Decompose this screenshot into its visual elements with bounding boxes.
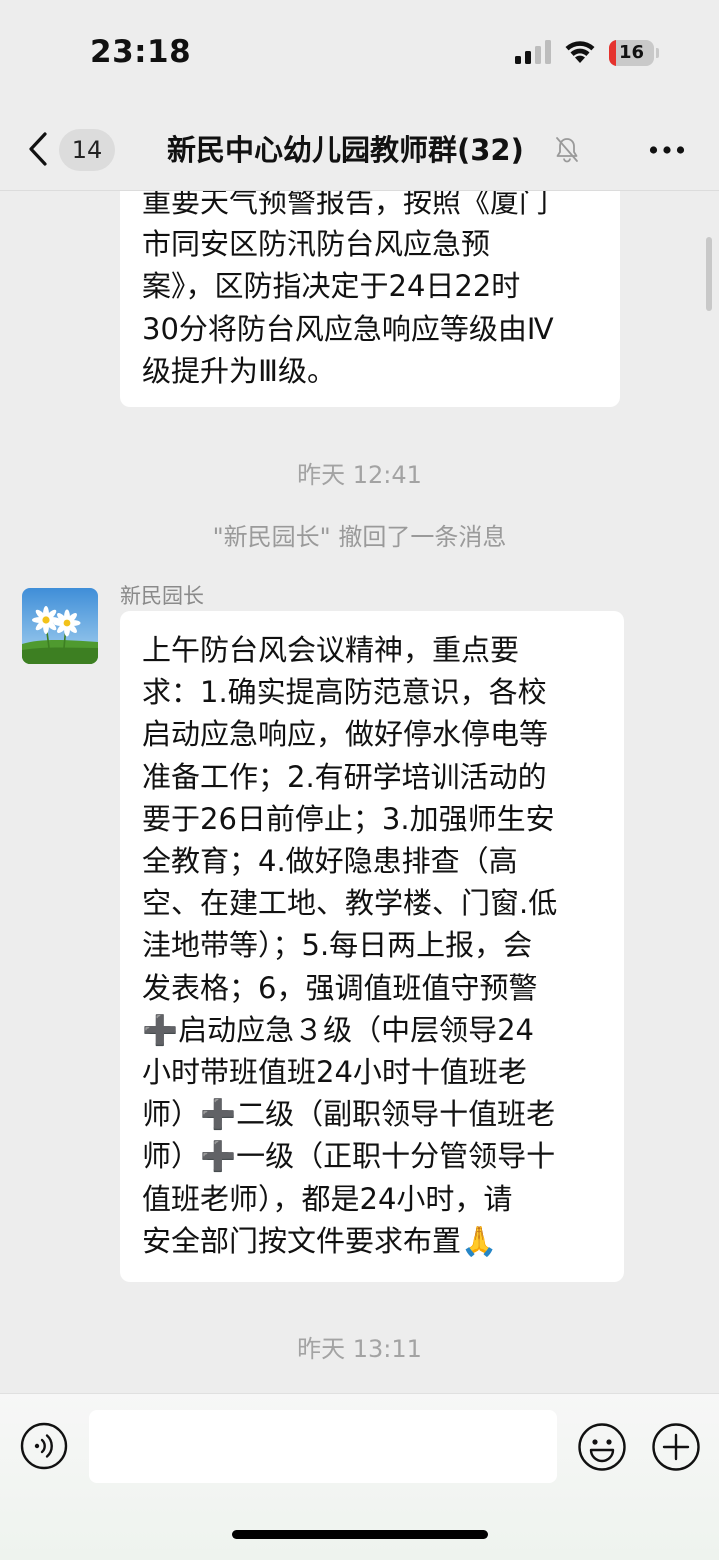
message-timestamp: 昨天 13:11 [297,1335,422,1363]
sender-name: 新民园长 [120,584,204,608]
scrollbar[interactable] [706,237,712,311]
bell-slash-icon [556,137,578,163]
emoji-icon[interactable] [577,1422,627,1472]
wifi-icon [565,41,595,63]
message-bubble[interactable]: 上午防台风会议精神，重点要 求：1.确实提高防范意识，各校 启动应急响应，做好停… [120,611,624,1282]
home-indicator[interactable] [232,1530,488,1539]
battery-level: 16 [618,42,645,63]
chat-screen: 23:18 16 14 新民中心幼儿园教师群(32) 重要天气预警报告，按照《厦… [0,0,719,1560]
cellular-signal-icon [515,40,551,64]
sender-avatar[interactable] [22,588,98,664]
status-bar: 23:18 16 [0,0,719,105]
message-bubble[interactable]: 重要天气预警报告，按照《厦门 市同安区防汛防台风应急预 案》，区防指决定于24日… [120,191,620,407]
chevron-left-icon[interactable] [26,131,50,167]
chat-nav-bar: 14 新民中心幼儿园教师群(32) [0,105,719,191]
message-input[interactable] [89,1410,557,1483]
chat-input-bar [0,1393,719,1560]
message-timestamp: 昨天 12:41 [297,461,422,489]
battery-indicator: 16 [609,40,659,66]
message-list[interactable]: 重要天气预警报告，按照《厦门 市同安区防汛防台风应急预 案》，区防指决定于24日… [0,191,719,1393]
voice-icon[interactable] [20,1422,68,1470]
chat-title[interactable]: 新民中心幼儿园教师群(32) [167,129,524,171]
ellipsis-icon[interactable] [649,145,685,155]
recall-notice: "新民园长" 撤回了一条消息 [212,523,507,551]
status-time: 23:18 [90,34,192,70]
unread-count-badge[interactable]: 14 [59,129,115,171]
plus-icon[interactable] [651,1422,701,1472]
